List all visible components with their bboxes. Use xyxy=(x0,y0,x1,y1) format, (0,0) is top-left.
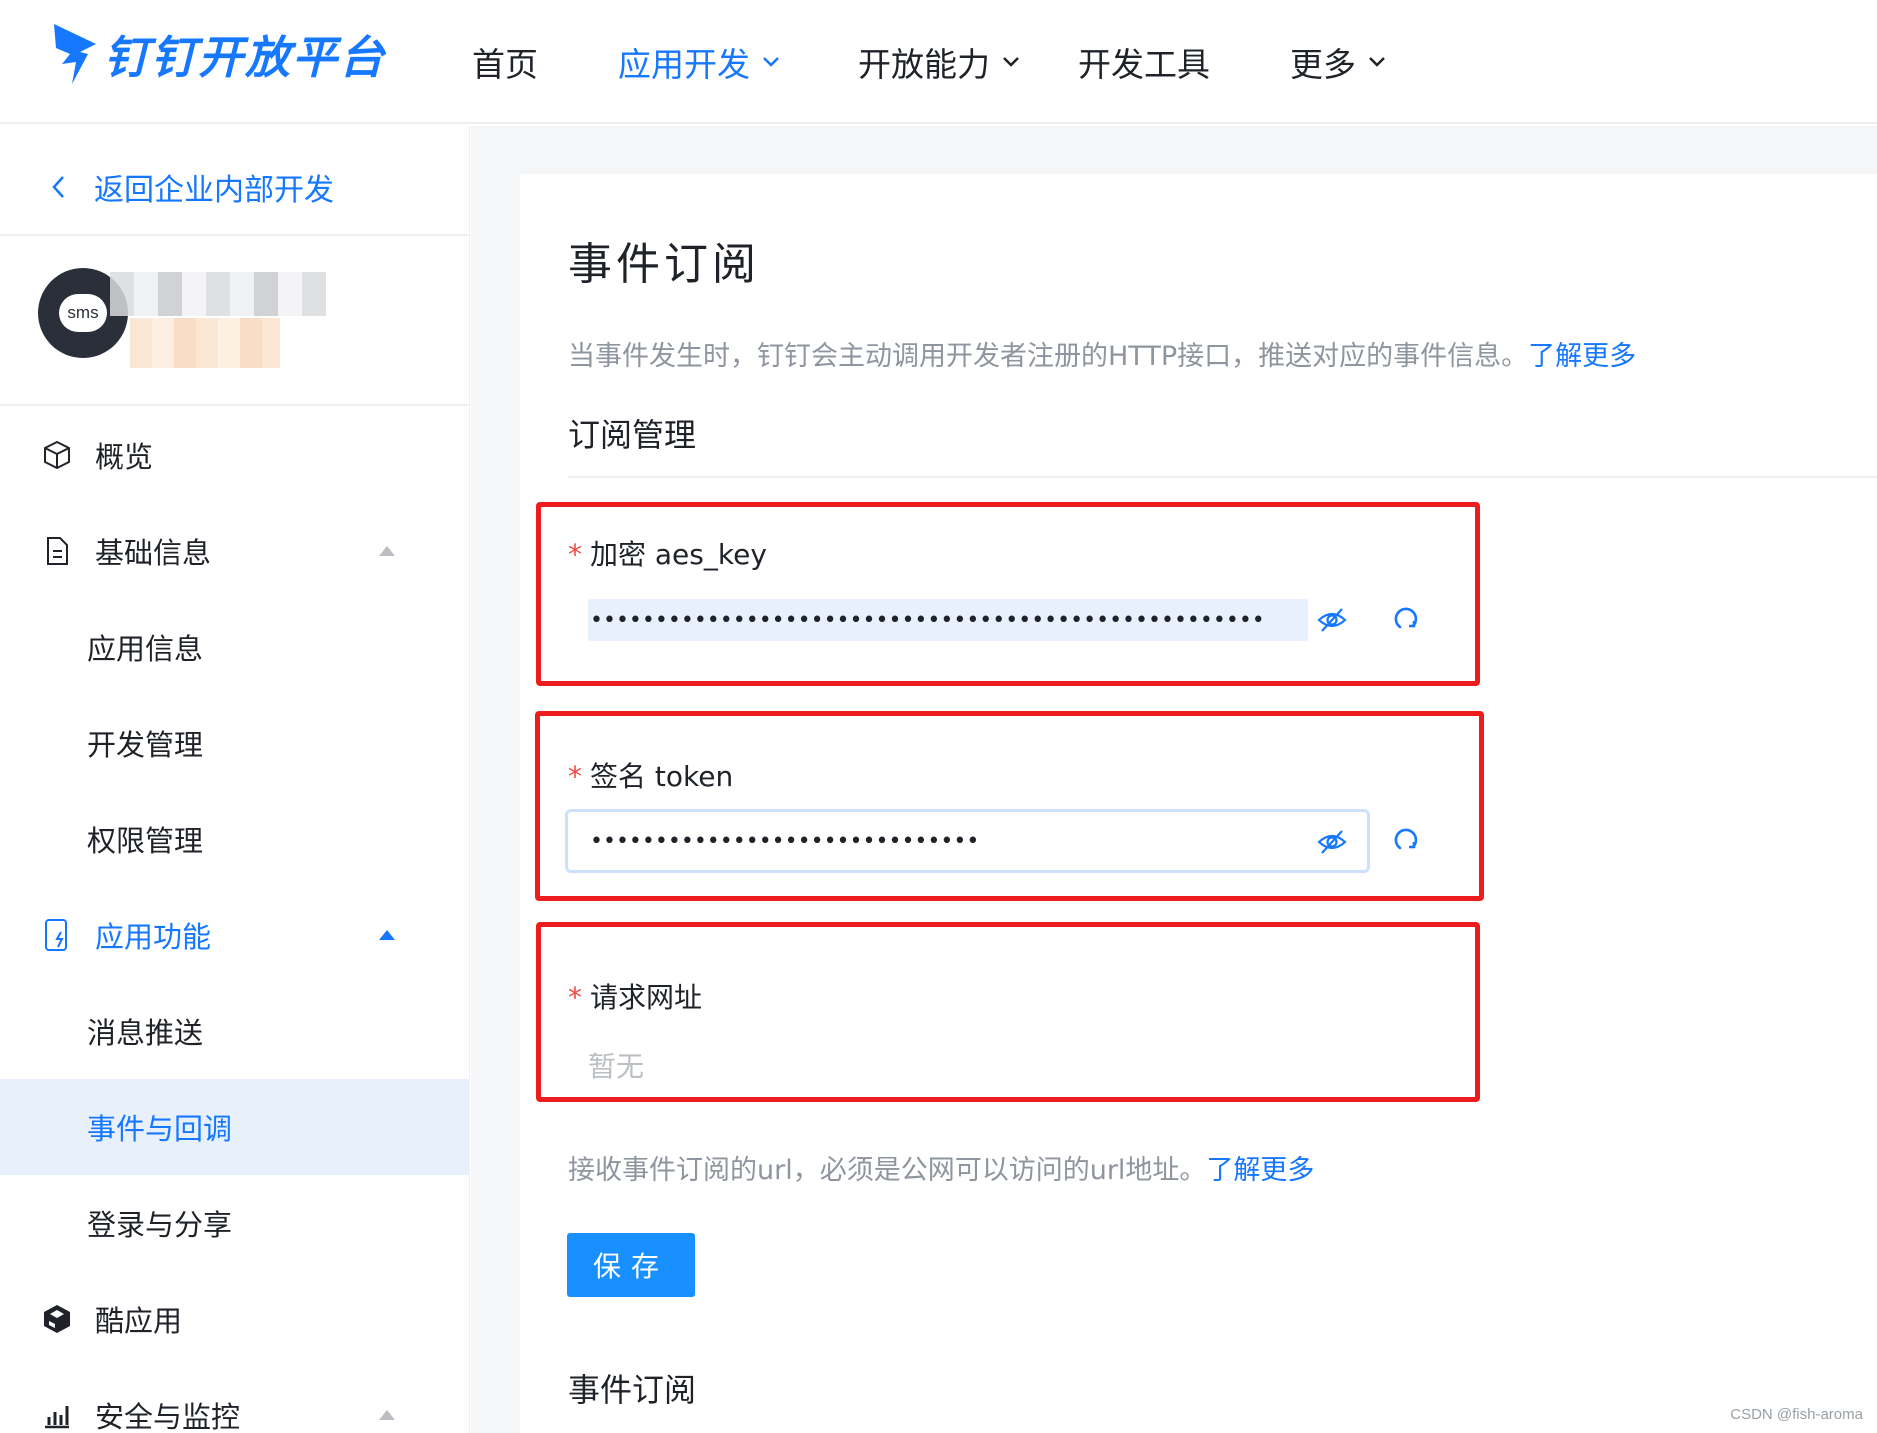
caret-up-icon xyxy=(379,930,395,940)
brand-logo[interactable]: 钉钉开放平台 xyxy=(50,18,386,88)
nav-app-development[interactable]: 应用开发 xyxy=(618,40,780,84)
sidebar-item-label: 应用信息 xyxy=(87,632,204,666)
nav-dev-tools-label: 开发工具 xyxy=(1078,45,1210,84)
nav-open-capabilities-label: 开放能力 xyxy=(858,45,990,84)
sidebar-item-label: 基础信息 xyxy=(95,536,212,570)
phone-function-icon xyxy=(40,918,74,952)
nav-more-label: 更多 xyxy=(1290,45,1356,84)
event-subscription-section-title: 事件订阅 xyxy=(568,1371,697,1409)
sidebar-item-label: 概览 xyxy=(95,440,154,474)
sidebar-item-label: 应用功能 xyxy=(95,920,212,954)
highlight-box-url xyxy=(536,922,1480,1102)
sidebar-item-label: 安全与监控 xyxy=(95,1400,241,1433)
caret-up-icon xyxy=(379,546,395,556)
sidebar-item-label: 权限管理 xyxy=(87,824,204,858)
sidebar-item-label: 开发管理 xyxy=(87,728,204,762)
sidebar-divider xyxy=(0,404,470,406)
sidebar-group-security-monitoring[interactable]: 安全与监控 xyxy=(0,1367,470,1433)
back-link-label: 返回企业内部开发 xyxy=(94,173,334,208)
chevron-down-icon xyxy=(1369,57,1385,67)
nav-home-label: 首页 xyxy=(472,45,538,84)
sidebar-item-dev-management[interactable]: 开发管理 xyxy=(0,695,470,791)
caret-up-icon xyxy=(379,1410,395,1420)
chevron-down-icon xyxy=(763,57,779,67)
url-hint-text: 接收事件订阅的url，必须是公网可以访问的url地址。 xyxy=(568,1155,1207,1186)
sidebar-item-cool-app[interactable]: 酷应用 xyxy=(0,1271,470,1367)
sidebar-item-app-info[interactable]: 应用信息 xyxy=(0,599,470,695)
sidebar-item-events-callbacks[interactable]: 事件与回调 xyxy=(0,1079,470,1175)
sidebar-item-label: 事件与回调 xyxy=(87,1112,233,1146)
sidebar-item-label: 酷应用 xyxy=(95,1304,183,1338)
subscription-management-title: 订阅管理 xyxy=(568,416,697,454)
highlight-box-token xyxy=(535,711,1484,901)
top-navigation-bar: 钉钉开放平台 首页 应用开发 开放能力 开发工具 更多 xyxy=(0,0,1877,124)
brand-name: 钉钉开放平台 xyxy=(104,30,387,84)
save-button[interactable]: 保存 xyxy=(567,1233,695,1297)
chevron-down-icon xyxy=(1003,57,1019,67)
page-description: 当事件发生时，钉钉会主动调用开发者注册的HTTP接口，推送对应的事件信息。了解更… xyxy=(568,334,1636,373)
description-text: 当事件发生时，钉钉会主动调用开发者注册的HTTP接口，推送对应的事件信息。 xyxy=(568,341,1529,372)
redacted-app-info xyxy=(130,318,280,368)
sidebar-item-label: 消息推送 xyxy=(87,1016,204,1050)
cube-icon xyxy=(40,438,74,472)
app-icon-text: sms xyxy=(67,303,99,322)
nav-open-capabilities[interactable]: 开放能力 xyxy=(858,40,1020,84)
learn-more-link[interactable]: 了解更多 xyxy=(1528,341,1636,372)
sidebar-item-overview[interactable]: 概览 xyxy=(0,407,470,503)
nav-more[interactable]: 更多 xyxy=(1290,40,1386,84)
sidebar-item-permission-management[interactable]: 权限管理 xyxy=(0,791,470,887)
sidebar-divider xyxy=(0,234,470,236)
redacted-app-name xyxy=(110,272,326,316)
bar-chart-icon xyxy=(40,1398,74,1432)
document-icon xyxy=(40,534,74,568)
highlight-box-aes-key xyxy=(536,502,1480,686)
watermark: CSDN @fish-aroma xyxy=(1730,1406,1863,1423)
sidebar-item-login-share[interactable]: 登录与分享 xyxy=(0,1175,470,1271)
sidebar: 返回企业内部开发 sms 概览 基础信息 应用信息 开发管理 权限管理 应用功能 xyxy=(0,126,470,1433)
url-learn-more-link[interactable]: 了解更多 xyxy=(1206,1155,1314,1186)
chevron-left-icon xyxy=(52,176,64,198)
cool-app-icon xyxy=(40,1302,74,1336)
nav-home[interactable]: 首页 xyxy=(472,40,538,84)
url-hint: 接收事件订阅的url，必须是公网可以访问的url地址。了解更多 xyxy=(568,1148,1314,1187)
back-to-internal-dev-link[interactable]: 返回企业内部开发 xyxy=(50,162,334,212)
nav-dev-tools[interactable]: 开发工具 xyxy=(1078,40,1210,84)
sidebar-item-message-push[interactable]: 消息推送 xyxy=(0,983,470,1079)
nav-app-development-label: 应用开发 xyxy=(618,45,750,84)
section-divider xyxy=(568,476,1877,478)
dingtalk-logo-icon xyxy=(54,24,96,84)
sidebar-group-basic-info[interactable]: 基础信息 xyxy=(0,503,470,599)
page-title: 事件订阅 xyxy=(568,239,760,290)
sms-app-icon: sms xyxy=(59,294,107,332)
sidebar-group-app-functions[interactable]: 应用功能 xyxy=(0,887,470,983)
sidebar-item-label: 登录与分享 xyxy=(87,1208,233,1242)
